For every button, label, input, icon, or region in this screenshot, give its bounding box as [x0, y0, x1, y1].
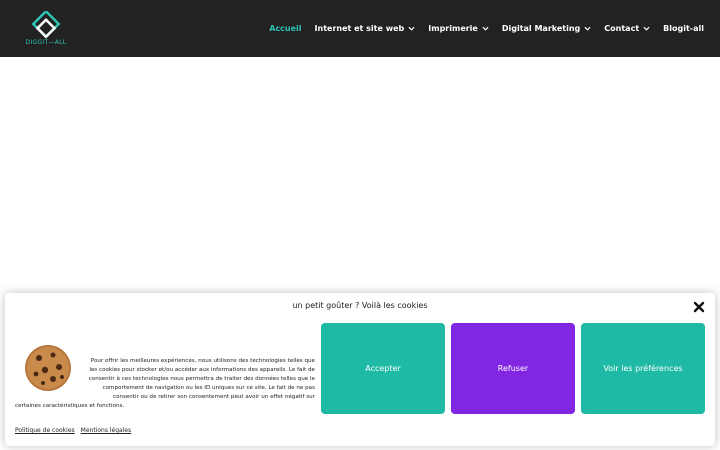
cookie-message-line: les cookies pour stocker et/ou accéder a…	[89, 367, 315, 373]
cookie-message: Pour offrir les meilleures expériences, …	[15, 357, 315, 411]
logo-text: DIGGIT—ALL	[25, 39, 67, 46]
nav-item-digital-marketing[interactable]: Digital Marketing	[502, 24, 591, 33]
cookie-message-line: consentir ou de retirer son consentement…	[112, 394, 315, 400]
legal-notice-link[interactable]: Mentions légales	[81, 427, 132, 434]
cookie-policy-link[interactable]: Politique de cookies	[15, 427, 75, 434]
chevron-down-icon	[408, 26, 415, 31]
site-header: DIGGIT—ALL Accueil Internet et site web …	[0, 0, 720, 57]
nav-item-label: Blogit-all	[663, 24, 704, 33]
nav-item-label: Contact	[604, 24, 640, 33]
nav-item-label: Imprimerie	[428, 24, 478, 33]
nav-item-label: Internet et site web	[314, 24, 405, 33]
nav-item-contact[interactable]: Contact	[604, 24, 650, 33]
nav-item-internet[interactable]: Internet et site web	[315, 24, 416, 33]
cookie-banner: un petit goûter ? Voilà les cookies Pour…	[5, 293, 715, 446]
cookie-banner-title: un petit goûter ? Voilà les cookies	[292, 301, 428, 310]
chevron-down-icon	[584, 26, 591, 31]
preferences-button[interactable]: Voir les préférences	[581, 323, 705, 414]
chevron-down-icon	[482, 26, 489, 31]
main-nav: Accueil Internet et site web Imprimerie …	[256, 0, 704, 57]
nav-item-label: Digital Marketing	[501, 24, 581, 33]
cookie-message-line: comportement de navigation ou les ID uni…	[102, 385, 315, 391]
nav-item-accueil[interactable]: Accueil	[269, 24, 301, 33]
chevron-down-icon	[643, 26, 650, 31]
cookie-message-line: Pour offrir les meilleures expériences, …	[90, 358, 315, 364]
logo[interactable]: DIGGIT—ALL	[22, 11, 70, 47]
accept-button[interactable]: Accepter	[321, 323, 445, 414]
close-icon[interactable]	[693, 301, 705, 313]
nav-item-blogit-all[interactable]: Blogit-all	[663, 24, 704, 33]
logo-icon	[31, 11, 61, 39]
cookie-links: Politique de cookies Mentions légales	[15, 427, 137, 434]
nav-item-imprimerie[interactable]: Imprimerie	[428, 24, 489, 33]
nav-item-label: Accueil	[269, 24, 302, 33]
cookie-message-line: consentir à ces technologies nous permet…	[88, 376, 315, 382]
refuse-button[interactable]: Refuser	[451, 323, 575, 414]
cookie-message-line: certaines caractéristiques et fonctions.	[15, 403, 125, 409]
